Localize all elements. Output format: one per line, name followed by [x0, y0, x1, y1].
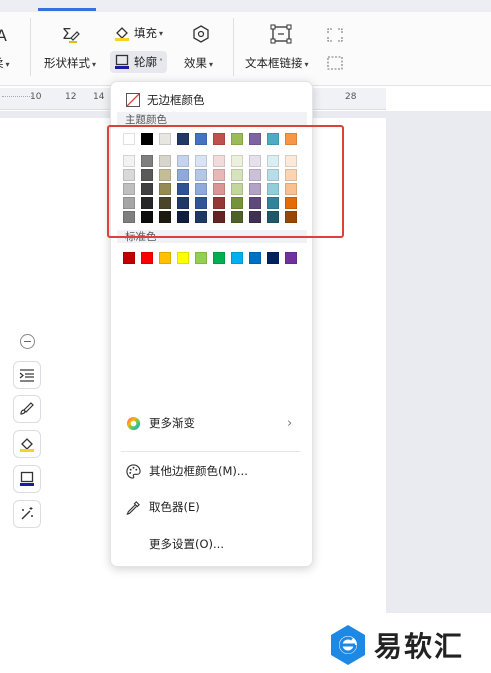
shape-style-label: 形状样式 [44, 56, 90, 70]
outline-label: 轮廓 [134, 55, 157, 69]
chevron-down-icon: ▾ [304, 60, 309, 69]
textbox-link-button[interactable]: 文本框链接 ▾ [245, 55, 309, 71]
outline-button[interactable]: 轮廓 ˄ [110, 51, 167, 73]
effects-tool-button[interactable] [13, 500, 41, 528]
style-brush-icon [20, 402, 34, 415]
ruler-tick: 10 [30, 92, 42, 102]
style-brush-button[interactable] [13, 395, 41, 423]
chevron-down-icon: ▾ [159, 28, 164, 38]
more-gradient-item[interactable]: 更多渐变 › [111, 409, 314, 437]
standard-color-swatch[interactable] [249, 252, 261, 264]
palette-icon [125, 463, 141, 479]
effects-icon [191, 24, 211, 47]
standard-color-swatch[interactable] [195, 252, 207, 264]
svg-text:A: A [0, 26, 7, 44]
outline-tool-button[interactable] [13, 465, 41, 493]
no-color-icon [125, 92, 141, 108]
text-wrap-button[interactable] [13, 361, 41, 389]
eyedropper-icon [125, 499, 141, 515]
chevron-up-icon: ˄ [159, 57, 163, 67]
effects-label: 效果 [184, 56, 207, 70]
shape-style-icon: Σ [60, 24, 82, 49]
ruler-marks [2, 96, 32, 97]
menu-divider [121, 451, 301, 452]
chevron-down-icon: ▾ [5, 60, 10, 69]
standard-color-swatch[interactable] [123, 252, 135, 264]
tab-strip [0, 0, 491, 12]
ruler-tick: 14 [93, 92, 105, 102]
effects-button[interactable]: 效果 ▾ [184, 55, 213, 71]
standard-color-swatch[interactable] [285, 252, 297, 264]
partial-ribbon-icon[interactable]: A [0, 26, 10, 47]
fill-label: 填充 [134, 26, 157, 40]
collapse-icon[interactable]: − [20, 334, 35, 349]
no-border-color-label: 无边框颜色 [147, 93, 205, 107]
more-settings-item[interactable]: 更多设置(O)... [111, 530, 314, 558]
ribbon-toolbar: A 柔▾ Σ 形状样式▾ 填充▾ 轮廓˄ 效果▾ 文本框链接▾ [0, 0, 491, 86]
more-settings-label: 更多设置(O)... [149, 537, 224, 551]
fill-bucket-icon [115, 27, 129, 41]
fill-tool-button[interactable] [13, 430, 41, 458]
standard-color-swatch[interactable] [177, 252, 189, 264]
brand-logo-icon [331, 625, 365, 665]
eyedropper-label: 取色器(E) [149, 500, 200, 514]
textbox-link-icon [270, 24, 292, 47]
highlight-annotation-box [107, 125, 344, 238]
textbox-link-label: 文本框链接 [245, 56, 303, 70]
outline-icon [20, 471, 34, 486]
svg-text:Σ: Σ [62, 25, 71, 43]
chevron-down-icon: ▾ [92, 60, 97, 69]
standard-color-swatch[interactable] [231, 252, 243, 264]
chevron-right-icon: › [287, 415, 293, 431]
frame-select-icon[interactable] [327, 56, 343, 73]
ruler-tick: 28 [345, 92, 357, 102]
standard-color-swatch[interactable] [141, 252, 153, 264]
standard-color-swatch[interactable] [267, 252, 279, 264]
partial-ribbon-label: 柔 [0, 56, 4, 70]
partial-ribbon-button[interactable]: 柔▾ [0, 55, 10, 71]
other-border-color-item[interactable]: 其他边框颜色(M)... [111, 457, 314, 485]
gradient-wheel-icon [125, 415, 141, 431]
standard-color-swatch[interactable] [159, 252, 171, 264]
watermark: 易软汇 [328, 623, 464, 667]
effects-wand-icon [21, 507, 33, 520]
ruler-tick: 12 [65, 92, 77, 102]
ribbon-separator [30, 18, 31, 76]
fill-bucket-icon [20, 438, 34, 452]
more-gradient-label: 更多渐变 [149, 416, 195, 430]
active-tab-indicator [38, 8, 96, 11]
shape-style-button[interactable]: 形状样式 ▾ [44, 55, 96, 71]
no-border-color-item[interactable]: 无边框颜色 [111, 86, 314, 114]
chevron-down-icon: ▾ [209, 60, 214, 69]
ribbon-separator [233, 18, 234, 76]
text-wrap-icon [19, 369, 34, 382]
other-border-color-label: 其他边框颜色(M)... [149, 464, 248, 478]
standard-color-swatch[interactable] [213, 252, 225, 264]
watermark-text: 易软汇 [374, 630, 465, 663]
eyedropper-item[interactable]: 取色器(E) [111, 493, 314, 521]
fill-button[interactable]: 填充 ▾ [114, 25, 163, 41]
frame-corner-icon[interactable] [327, 28, 343, 45]
outline-icon [115, 54, 129, 69]
